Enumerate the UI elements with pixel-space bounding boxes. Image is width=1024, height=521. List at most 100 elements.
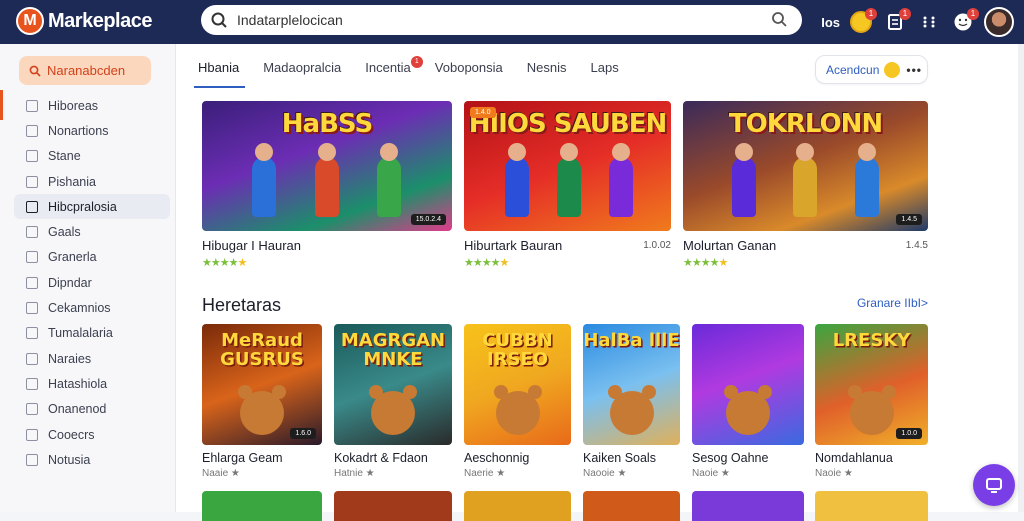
game-image-tag: 1.6.0 <box>290 428 316 439</box>
featured-card-image[interactable]: HIIOS SAUBEN1.4.0 <box>464 101 671 231</box>
character-figure <box>315 157 339 217</box>
sidebar-list: HiboreasNonartionsStanePishaniaHibcpralo… <box>14 93 170 472</box>
app-logo[interactable]: M Markeplace <box>16 7 152 35</box>
coins-button[interactable]: 1 <box>848 9 874 35</box>
game-tile-image[interactable]: LRESKY1.0.0 <box>815 324 928 445</box>
sidebar-item[interactable]: Gaals <box>14 219 170 244</box>
sidebar: Naranabcden HiboreasNonartionsStanePisha… <box>0 44 176 512</box>
game-tile-image[interactable]: HalBa lllE <box>583 324 680 445</box>
featured-card[interactable]: HaBSS15.0.2.4Hibugar I Hauran★★★★★ <box>202 101 452 269</box>
game-subtitle: Hatnie ★ <box>334 468 452 479</box>
account-label: Acendcun <box>826 63 879 77</box>
game-title: Nomdahlanua <box>815 451 928 465</box>
rating-stars: ★★★★★ <box>202 256 452 269</box>
game-tile[interactable]: HalBa lllE Kaiken Soals Naooie ★ <box>583 324 680 479</box>
game-subtitle: Naoie ★ <box>815 468 928 479</box>
game-subtitle: Naoie ★ <box>692 468 804 479</box>
featured-card-image[interactable]: HaBSS15.0.2.4 <box>202 101 452 231</box>
featured-title-row: Molurtan Ganan1.4.5 <box>683 238 928 253</box>
section-see-all-link[interactable]: Granare IIbI> <box>857 296 928 310</box>
next-row-tile[interactable] <box>464 491 571 521</box>
profile-badge: 1 <box>967 8 979 20</box>
featured-card-image[interactable]: TOKRLONN1.4.5 <box>683 101 928 231</box>
account-button[interactable]: Acendcun ••• <box>815 55 928 84</box>
game-subtitle: Naooie ★ <box>583 468 680 479</box>
sidebar-item[interactable]: Dipndar <box>14 270 170 295</box>
next-row-tile[interactable] <box>583 491 680 521</box>
sidebar-cta-button[interactable]: Naranabcden <box>19 56 151 85</box>
checkbox-icon <box>26 403 38 415</box>
tab-badge: 1 <box>411 56 423 68</box>
sidebar-item[interactable]: Notusia <box>14 447 170 472</box>
sidebar-item-label: Cekamnios <box>48 301 111 315</box>
checkbox-icon <box>26 176 38 188</box>
featured-image-badge: 1.4.0 <box>470 107 496 118</box>
next-row-preview <box>202 491 928 521</box>
profile-badge-button[interactable]: 1 <box>950 9 976 35</box>
next-row-tile[interactable] <box>334 491 452 521</box>
tab-3[interactable]: Voboponsia <box>435 60 503 86</box>
sidebar-item[interactable]: Hiboreas <box>14 93 170 118</box>
notifications-button[interactable]: 1 <box>882 9 908 35</box>
character-figure <box>377 157 401 217</box>
game-tile[interactable]: LRESKY1.0.0 Nomdahlanua Naoie ★ <box>815 324 928 479</box>
language-switch[interactable]: Ios <box>821 15 840 30</box>
checkbox-icon <box>26 201 38 213</box>
sidebar-cta-label: Naranabcden <box>47 63 125 78</box>
featured-card[interactable]: TOKRLONN1.4.5Molurtan Ganan1.4.5★★★★★ <box>683 101 928 269</box>
game-image-title: MeRaud GUSRUS <box>202 332 322 370</box>
sidebar-item[interactable]: Cooecrs <box>14 422 170 447</box>
more-icon[interactable]: ••• <box>906 63 922 77</box>
next-row-tile[interactable] <box>692 491 804 521</box>
tab-0[interactable]: Hbania <box>198 60 239 86</box>
tab-label: Laps <box>591 60 619 75</box>
character-figure <box>252 157 276 217</box>
checkbox-icon <box>26 302 38 314</box>
game-tile-image[interactable]: CUBBN IRSEO <box>464 324 571 445</box>
character-figure <box>732 157 756 217</box>
character-figure <box>726 391 770 435</box>
tab-2[interactable]: Incentia1 <box>365 60 411 86</box>
sidebar-item[interactable]: Stane <box>14 144 170 169</box>
game-tile-image[interactable]: MAGRGAN MNKE <box>334 324 452 445</box>
checkbox-icon <box>26 251 38 263</box>
next-row-tile[interactable] <box>202 491 322 521</box>
featured-image-title: TOKRLONN <box>683 109 928 139</box>
chat-fab-button[interactable] <box>973 464 1015 506</box>
game-tile[interactable]: Sesog Oahne Naoie ★ <box>692 324 804 479</box>
sidebar-item[interactable]: Granerla <box>14 245 170 270</box>
game-title: Kokadrt & Fdaon <box>334 451 452 465</box>
game-title: Kaiken Soals <box>583 451 680 465</box>
chat-icon <box>984 475 1004 495</box>
sidebar-item[interactable]: Naraies <box>14 346 170 371</box>
next-row-tile[interactable] <box>815 491 928 521</box>
character-figure <box>496 391 540 435</box>
main-content: Hbania Madaopralcia Incentia1 Voboponsia Nes… <box>176 44 1024 512</box>
sidebar-item[interactable]: Hatashiola <box>14 371 170 396</box>
sidebar-item-label: Onanenod <box>48 402 106 416</box>
game-title: Sesog Oahne <box>692 451 804 465</box>
tab-4[interactable]: Nesnis <box>527 60 567 86</box>
game-tile[interactable]: MAGRGAN MNKE Kokadrt & Fdaon Hatnie ★ <box>334 324 452 479</box>
search-submit-icon[interactable] <box>764 5 794 35</box>
apps-grid-button[interactable] <box>916 9 942 35</box>
sidebar-item[interactable]: Nonartions <box>14 118 170 143</box>
sidebar-item[interactable]: Hibcpralosia <box>14 194 170 219</box>
sidebar-item[interactable]: Pishania <box>14 169 170 194</box>
search-input[interactable] <box>237 12 757 28</box>
sidebar-item[interactable]: Tumalalaria <box>14 321 170 346</box>
sidebar-item[interactable]: Cekamnios <box>14 295 170 320</box>
game-tile[interactable]: MeRaud GUSRUS1.6.0Ehlarga GeamNaaie ★ <box>202 324 322 479</box>
avatar[interactable] <box>984 7 1014 37</box>
checkbox-icon <box>26 150 38 162</box>
scrollbar[interactable] <box>1018 44 1024 512</box>
game-tile[interactable]: CUBBN IRSEOAeschonnigNaerie ★ <box>464 324 571 479</box>
tab-1[interactable]: Madaopralcia <box>263 60 341 86</box>
sidebar-item[interactable]: Onanenod <box>14 397 170 422</box>
tab-5[interactable]: Laps <box>591 60 619 86</box>
featured-card[interactable]: HIIOS SAUBEN1.4.0Hiburtark Bauran1.0.02★… <box>464 101 671 269</box>
game-tile-image[interactable] <box>692 324 804 445</box>
coin-icon <box>884 62 900 78</box>
game-tile-image[interactable]: MeRaud GUSRUS 1.6.0 <box>202 324 322 445</box>
rating-stars: ★★★★★ <box>464 256 671 269</box>
